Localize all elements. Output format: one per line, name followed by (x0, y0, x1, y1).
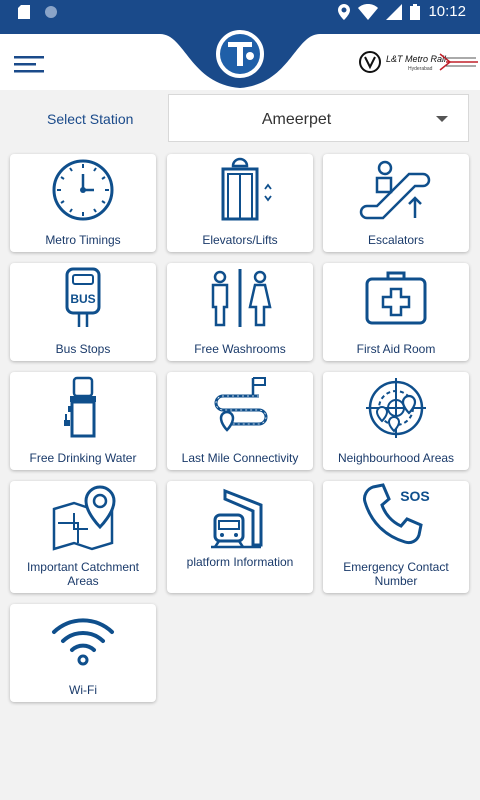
tile-label: Important Catchment (26, 560, 140, 574)
escalator-icon (323, 154, 469, 228)
map-pin-icon (10, 481, 156, 555)
tile-elevators[interactable]: Elevators/Lifts (167, 154, 313, 252)
tile-washrooms[interactable]: Free Washrooms (167, 263, 313, 361)
notification-dot-icon (45, 6, 57, 18)
status-bar: 10:12 (0, 0, 480, 24)
partner-logo-sub: Hyderabad (408, 66, 433, 72)
station-selector-row: Select Station Ameerpet (0, 94, 480, 144)
elevator-icon (167, 154, 313, 228)
tile-bus-stops[interactable]: BUS Bus Stops (10, 263, 156, 361)
partner-logo-text: L&T Metro Rail (386, 54, 447, 64)
svg-text:BUS: BUS (70, 292, 95, 306)
first-aid-icon (323, 263, 469, 337)
tile-emergency-contact[interactable]: SOS Emergency Contact Number (323, 481, 469, 593)
tile-catchment-areas[interactable]: Important Catchment Areas (10, 481, 156, 593)
tile-label: Metro Timings (45, 233, 121, 247)
tile-label: Last Mile Connectivity (181, 451, 299, 465)
tile-label: First Aid Room (356, 342, 436, 356)
tile-escalators[interactable]: Escalators (323, 154, 469, 252)
wifi-icon (10, 604, 156, 678)
battery-icon (410, 3, 421, 20)
radar-map-icon (323, 372, 469, 446)
wifi-status-icon (358, 3, 379, 20)
tile-label: Emergency Contact (343, 560, 449, 574)
tile-label-line2: Areas (67, 574, 99, 588)
hamburger-menu-icon[interactable] (14, 54, 46, 74)
status-time: 10:12 (428, 3, 466, 20)
station-selected-value: Ameerpet (261, 111, 332, 128)
location-icon (338, 3, 351, 20)
tile-label: Escalators (367, 233, 425, 247)
sos-phone-icon: SOS (323, 481, 469, 555)
tile-neighbourhood[interactable]: Neighbourhood Areas (323, 372, 469, 470)
partner-logo: L&T Metro Rail Hyderabad (358, 48, 480, 76)
dropdown-arrow-icon (436, 116, 448, 122)
tile-label: Free Drinking Water (29, 451, 137, 465)
tile-label: Wi-Fi (69, 683, 97, 697)
tile-drinking-water[interactable]: Free Drinking Water (10, 372, 156, 470)
route-icon (167, 372, 313, 446)
svg-text:SOS: SOS (400, 488, 430, 504)
tile-label-line2: Number (374, 574, 418, 588)
signal-icon (386, 3, 403, 20)
metro-logo (214, 28, 266, 80)
station-dropdown[interactable]: Ameerpet (168, 94, 469, 142)
tile-metro-timings[interactable]: Metro Timings (10, 154, 156, 252)
station-label: Select Station (47, 111, 134, 127)
water-dispenser-icon (10, 372, 156, 446)
tile-last-mile[interactable]: Last Mile Connectivity (167, 372, 313, 470)
tile-platform-info[interactable]: platform Information (167, 481, 313, 593)
sd-card-icon (18, 5, 30, 19)
tile-label: platform Information (186, 555, 294, 569)
tile-label: Free Washrooms (194, 342, 286, 356)
train-platform-icon (167, 481, 313, 555)
tile-label: Bus Stops (55, 342, 111, 356)
washroom-icon (167, 263, 313, 337)
clock-icon (10, 154, 156, 228)
tile-label: Elevators/Lifts (202, 233, 278, 247)
bus-stop-icon: BUS (10, 263, 156, 337)
tile-first-aid[interactable]: First Aid Room (323, 263, 469, 361)
tile-label: Neighbourhood Areas (337, 451, 455, 465)
tile-wifi[interactable]: Wi-Fi (10, 604, 156, 702)
